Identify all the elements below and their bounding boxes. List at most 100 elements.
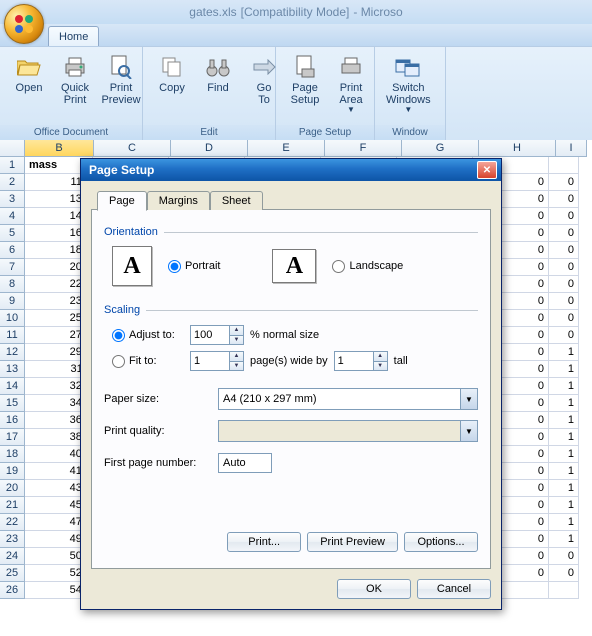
cell[interactable]: 0 xyxy=(549,327,579,344)
cell[interactable]: 1 xyxy=(549,378,579,395)
cell[interactable]: 1 xyxy=(549,361,579,378)
cell[interactable]: 1 xyxy=(549,446,579,463)
print-area-button[interactable]: Print Area ▼ xyxy=(328,51,374,117)
row-header[interactable]: 18 xyxy=(0,446,25,463)
col-header[interactable]: H xyxy=(479,140,556,157)
options-button[interactable]: Options... xyxy=(404,532,478,552)
page-setup-button[interactable]: Page Setup xyxy=(282,51,328,109)
spin-up-icon[interactable]: ▲ xyxy=(229,326,243,336)
portrait-radio[interactable]: Portrait xyxy=(168,260,220,273)
dialog-title: Page Setup xyxy=(85,163,477,177)
tab-margins[interactable]: Margins xyxy=(147,191,210,210)
cell[interactable]: 0 xyxy=(549,293,579,310)
row-header[interactable]: 5 xyxy=(0,225,25,242)
row-header[interactable]: 23 xyxy=(0,531,25,548)
cancel-button[interactable]: Cancel xyxy=(417,579,491,599)
row-header[interactable]: 19 xyxy=(0,463,25,480)
col-header[interactable]: B xyxy=(25,140,94,157)
row-header[interactable]: 2 xyxy=(0,174,25,191)
fit-to-radio[interactable]: Fit to: xyxy=(112,355,184,368)
row-header[interactable]: 9 xyxy=(0,293,25,310)
print-preview-button[interactable]: Print Preview xyxy=(307,532,398,552)
tab-page[interactable]: Page xyxy=(97,191,147,211)
col-header[interactable]: D xyxy=(171,140,248,157)
col-header[interactable]: F xyxy=(325,140,402,157)
row-header[interactable]: 22 xyxy=(0,514,25,531)
row-header[interactable]: 15 xyxy=(0,395,25,412)
row-header[interactable]: 12 xyxy=(0,344,25,361)
cell[interactable] xyxy=(549,157,579,174)
cell[interactable]: 0 xyxy=(549,276,579,293)
quick-print-button[interactable]: Quick Print xyxy=(52,51,98,109)
spin-up-icon[interactable]: ▲ xyxy=(373,352,387,362)
row-header[interactable]: 10 xyxy=(0,310,25,327)
cell[interactable]: 0 xyxy=(549,565,579,582)
print-button[interactable]: Print... xyxy=(227,532,301,552)
dialog-titlebar[interactable]: Page Setup ✕ xyxy=(81,159,501,181)
row-header[interactable]: 6 xyxy=(0,242,25,259)
cell[interactable]: 0 xyxy=(549,208,579,225)
row-header[interactable]: 24 xyxy=(0,548,25,565)
cell[interactable]: 1 xyxy=(549,412,579,429)
copy-button[interactable]: Copy xyxy=(149,51,195,97)
switch-windows-button[interactable]: Switch Windows ▼ xyxy=(381,51,436,117)
tab-sheet[interactable]: Sheet xyxy=(210,191,263,210)
first-page-number-label: First page number: xyxy=(104,457,208,469)
col-header[interactable]: C xyxy=(94,140,171,157)
close-button[interactable]: ✕ xyxy=(477,161,497,179)
cell[interactable]: 0 xyxy=(549,259,579,276)
row-header[interactable]: 16 xyxy=(0,412,25,429)
cell[interactable]: 0 xyxy=(549,548,579,565)
cell[interactable]: 1 xyxy=(549,531,579,548)
landscape-radio[interactable]: Landscape xyxy=(332,260,403,273)
row-header[interactable]: 4 xyxy=(0,208,25,225)
fit-wide-spinner[interactable]: ▲▼ xyxy=(190,351,244,371)
cell[interactable]: 0 xyxy=(549,174,579,191)
open-button[interactable]: Open xyxy=(6,51,52,97)
spin-down-icon[interactable]: ▼ xyxy=(373,362,387,371)
cell[interactable]: 0 xyxy=(549,225,579,242)
cell[interactable]: 0 xyxy=(549,191,579,208)
first-page-number-input[interactable] xyxy=(218,453,272,473)
cell[interactable]: 1 xyxy=(549,395,579,412)
row-header[interactable]: 11 xyxy=(0,327,25,344)
fit-tall-spinner[interactable]: ▲▼ xyxy=(334,351,388,371)
cell[interactable]: 0 xyxy=(549,242,579,259)
find-button[interactable]: Find xyxy=(195,51,241,97)
row-header[interactable]: 26 xyxy=(0,582,25,599)
row-header[interactable]: 21 xyxy=(0,497,25,514)
cell[interactable]: 1 xyxy=(549,344,579,361)
paper-size-select[interactable]: A4 (210 x 297 mm)▼ xyxy=(218,388,478,410)
ok-button[interactable]: OK xyxy=(337,579,411,599)
col-header[interactable]: E xyxy=(248,140,325,157)
cell[interactable]: 1 xyxy=(549,463,579,480)
spin-down-icon[interactable]: ▼ xyxy=(229,336,243,345)
adjust-to-radio[interactable]: Adjust to: xyxy=(112,329,184,342)
row-header[interactable]: 17 xyxy=(0,429,25,446)
row-header[interactable]: 20 xyxy=(0,480,25,497)
row-header[interactable]: 25 xyxy=(0,565,25,582)
print-preview-button[interactable]: Print Preview xyxy=(98,51,144,109)
row-header[interactable]: 7 xyxy=(0,259,25,276)
tab-home[interactable]: Home xyxy=(48,26,99,46)
col-header[interactable]: G xyxy=(402,140,479,157)
row-header[interactable]: 13 xyxy=(0,361,25,378)
cell[interactable]: 1 xyxy=(549,497,579,514)
spin-up-icon[interactable]: ▲ xyxy=(229,352,243,362)
cell[interactable]: 1 xyxy=(549,480,579,497)
office-button[interactable] xyxy=(4,4,44,44)
row-header[interactable]: 8 xyxy=(0,276,25,293)
title-mode: [Compatibility Mode] xyxy=(241,5,350,19)
adjust-spinner[interactable]: ▲▼ xyxy=(190,325,244,345)
cell[interactable] xyxy=(549,582,579,599)
col-header[interactable]: I xyxy=(556,140,587,157)
cell[interactable]: 1 xyxy=(549,429,579,446)
print-quality-select[interactable]: ▼ xyxy=(218,420,478,442)
row-header[interactable]: 14 xyxy=(0,378,25,395)
cell[interactable]: 0 xyxy=(549,310,579,327)
cell[interactable]: 1 xyxy=(549,514,579,531)
row-header[interactable]: 3 xyxy=(0,191,25,208)
select-all-corner[interactable] xyxy=(0,140,25,157)
row-header[interactable]: 1 xyxy=(0,157,25,174)
spin-down-icon[interactable]: ▼ xyxy=(229,362,243,371)
